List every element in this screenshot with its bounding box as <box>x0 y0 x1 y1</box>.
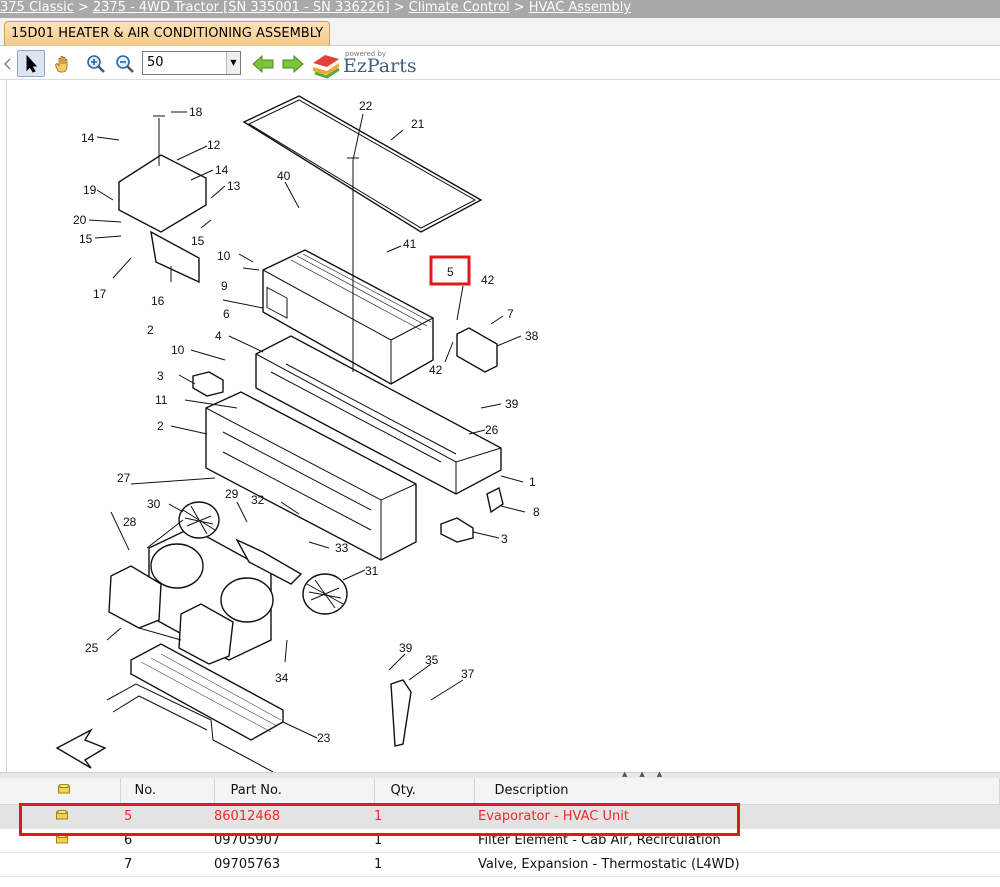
blower-wheel-right-part <box>302 573 348 615</box>
callout-42[interactable]: 42 <box>481 273 495 287</box>
zoom-level-select[interactable]: 50 ▼ <box>142 51 241 75</box>
cart-column-header[interactable] <box>0 778 121 805</box>
callout-21[interactable]: 21 <box>411 117 425 131</box>
bracket-assembly-part <box>118 154 207 233</box>
diagram-toolbar: 50 ▼ powered by EzParts <box>0 47 1000 80</box>
zoom-in-icon[interactable] <box>82 50 110 77</box>
breadcrumb-link-tractor[interactable]: 2375 - 4WD Tractor [SN 335001 - SN 33622… <box>93 0 390 15</box>
plate-part <box>486 486 504 514</box>
tab-strip: 15D01 HEATER & AIR CONDITIONING ASSEMBLY <box>0 18 1000 46</box>
breadcrumb-link-model[interactable]: 375 Classic <box>0 0 74 15</box>
callout-31[interactable]: 31 <box>365 564 379 578</box>
callout-37[interactable]: 37 <box>461 667 475 681</box>
callout-42[interactable]: 42 <box>429 363 443 377</box>
tab-heater-ac-assembly[interactable]: 15D01 HEATER & AIR CONDITIONING ASSEMBLY <box>4 21 331 46</box>
callout-2[interactable]: 2 <box>147 323 154 337</box>
callout-40[interactable]: 40 <box>277 169 291 183</box>
row-qty: 1 <box>374 852 474 877</box>
breadcrumb: 375 Classic >2375 - 4WD Tractor [SN 33500… <box>0 0 1000 18</box>
chevron-down-icon[interactable]: ▼ <box>226 52 240 74</box>
cart-icon <box>58 784 70 794</box>
zoom-out-icon[interactable] <box>111 50 139 77</box>
table-header-row: No. Part No. Qty. Description <box>0 778 1000 805</box>
callout-2[interactable]: 2 <box>157 419 164 433</box>
back-arrow-icon[interactable] <box>249 50 277 77</box>
callout-10[interactable]: 10 <box>217 249 231 263</box>
callout-20[interactable]: 20 <box>73 213 87 227</box>
callout-28[interactable]: 28 <box>123 515 137 529</box>
callout-5[interactable]: 5 <box>447 265 454 279</box>
callout-10[interactable]: 10 <box>171 343 185 357</box>
row-description: Valve, Expansion - Thermostatic (L4WD) <box>474 852 1000 877</box>
block-part <box>192 371 224 397</box>
callout-27[interactable]: 27 <box>117 471 131 485</box>
breadcrumb-separator: > <box>513 0 525 15</box>
callout-18[interactable]: 18 <box>189 105 203 119</box>
breadcrumb-link-climate-control[interactable]: Climate Control <box>409 0 510 15</box>
callout-26[interactable]: 26 <box>485 423 499 437</box>
callout-15[interactable]: 15 <box>79 232 93 246</box>
scroll-left-icon[interactable] <box>2 50 14 77</box>
ezparts-logo-text: EzParts <box>343 55 417 77</box>
front-direction-arrow-icon <box>55 728 107 769</box>
zoom-level-value: 50 <box>147 55 164 70</box>
callout-15[interactable]: 15 <box>191 234 205 248</box>
callout-17[interactable]: 17 <box>93 287 107 301</box>
callout-1[interactable]: 1 <box>529 475 536 489</box>
callout-4[interactable]: 4 <box>215 329 222 343</box>
callout-39[interactable]: 39 <box>505 397 519 411</box>
blower-wheel-left-part <box>178 501 220 539</box>
callout-7[interactable]: 7 <box>507 307 514 321</box>
callout-39[interactable]: 39 <box>399 641 413 655</box>
callout-11[interactable]: 11 <box>155 393 168 407</box>
callout-30[interactable]: 30 <box>147 497 161 511</box>
callout-41[interactable]: 41 <box>403 237 417 251</box>
col-header-part-no[interactable]: Part No. <box>214 778 375 805</box>
callout-8[interactable]: 8 <box>533 505 540 519</box>
col-header-description[interactable]: Description <box>474 778 1000 805</box>
table-row[interactable]: 7 09705763 1 Valve, Expansion - Thermost… <box>0 852 1000 877</box>
callout-35[interactable]: 35 <box>425 653 439 667</box>
callout-25[interactable]: 25 <box>85 641 99 655</box>
exploded-view-drawing: 18 14 12 14 13 19 20 15 15 17 16 2 22 21… <box>55 95 540 772</box>
col-header-qty[interactable]: Qty. <box>374 778 475 805</box>
callout-6[interactable]: 6 <box>223 307 230 321</box>
callout-19[interactable]: 19 <box>83 183 97 197</box>
pointer-icon[interactable] <box>17 50 45 77</box>
callout-13[interactable]: 13 <box>227 179 241 193</box>
callout-29[interactable]: 29 <box>225 487 239 501</box>
callout-9[interactable]: 9 <box>221 279 228 293</box>
breadcrumb-separator: > <box>77 0 89 15</box>
callout-34[interactable]: 34 <box>275 671 289 685</box>
callout-3[interactable]: 3 <box>157 369 164 383</box>
callout-38[interactable]: 38 <box>525 329 539 343</box>
hand-icon[interactable] <box>48 50 76 77</box>
forward-arrow-icon[interactable] <box>279 50 307 77</box>
breadcrumb-separator: > <box>393 0 405 15</box>
bracket-right-part <box>456 327 498 373</box>
callout-22[interactable]: 22 <box>359 99 373 113</box>
callout-33[interactable]: 33 <box>335 541 349 555</box>
callout-14[interactable]: 14 <box>215 163 229 177</box>
callout-32[interactable]: 32 <box>251 493 265 507</box>
selected-row-highlight <box>19 803 740 836</box>
callout-12[interactable]: 12 <box>207 138 221 152</box>
callout-14[interactable]: 14 <box>81 131 95 145</box>
callout-16[interactable]: 16 <box>151 294 165 308</box>
parts-diagram[interactable]: 18 14 12 14 13 19 20 15 15 17 16 2 22 21… <box>6 80 1000 772</box>
row-part-no: 09705763 <box>214 852 374 877</box>
lever-part <box>390 679 412 747</box>
col-header-no[interactable]: No. <box>120 778 215 805</box>
block-part <box>440 517 474 543</box>
callout-3[interactable]: 3 <box>501 532 508 546</box>
breadcrumb-link-hvac-assembly[interactable]: HVAC Assembly <box>529 0 631 15</box>
callout-23[interactable]: 23 <box>317 731 331 745</box>
cart-cell[interactable] <box>0 852 120 877</box>
row-no: 7 <box>120 852 214 877</box>
splitter-grip-icon[interactable]: ▲▲▲ <box>622 770 674 778</box>
